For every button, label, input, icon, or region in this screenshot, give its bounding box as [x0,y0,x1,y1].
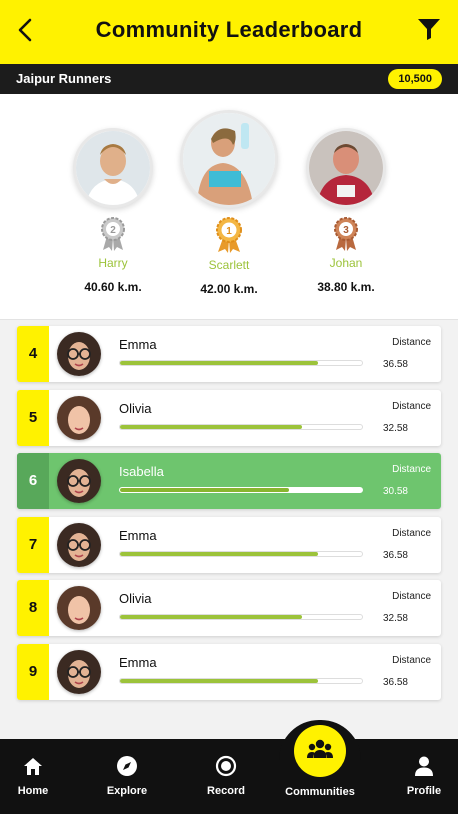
people-icon [307,739,333,758]
avatar [57,459,101,503]
rank-number: 5 [17,389,49,446]
nav-label: Communities [285,786,355,798]
distance-progress-bar [119,550,363,557]
leaderboard-row[interactable]: 6 Isabella Distance 30.58 [17,453,441,509]
avatar [57,649,101,694]
nav-home[interactable]: Home [0,739,78,814]
nav-record[interactable]: Record [181,739,271,814]
community-points-badge: 10,500 [388,69,442,89]
distance-progress-bar [119,360,363,366]
distance-label: Distance [392,464,431,475]
app-header: Community Leaderboard [0,0,458,64]
distance-progress-fill [120,678,319,683]
distance-progress-bar [119,423,363,430]
distance-value: 36.58 [382,549,408,561]
bronze-medal-icon: 3 [334,217,358,251]
distance-value: 32.58 [382,422,408,434]
filter-icon [418,19,440,40]
podium-third[interactable]: 3 Johan 38.80 k.m. [281,128,411,294]
podium-name: Johan [329,256,363,270]
compass-icon [117,756,137,776]
podium-distance: 42.00 k.m. [200,282,258,296]
filter-button[interactable] [416,16,442,42]
leaderboard-row[interactable]: 4 Emma Distance 36.58 [17,326,441,382]
avatar [57,395,101,440]
avatar [306,128,386,208]
distance-label: Distance [392,591,431,602]
nav-explore[interactable]: Explore [82,739,172,814]
gold-medal-icon: 1 [216,217,242,253]
distance-progress-fill [120,551,319,556]
distance-label: Distance [392,527,431,539]
rank-number: 7 [17,516,49,573]
nav-label: Explore [106,785,148,797]
distance-progress-fill [120,615,302,619]
svg-text:3: 3 [343,225,349,236]
leaderboard-row[interactable]: 5 Olivia Distance 32.58 [17,389,441,446]
distance-progress-fill [120,361,319,365]
distance-value: 30.58 [382,486,408,497]
podium-name: Harry [98,256,128,270]
nav-communities-button[interactable] [294,725,346,777]
avatar [57,586,101,630]
avatar [73,128,153,208]
runner-name: Emma [119,337,157,352]
distance-label: Distance [392,400,431,412]
podium-distance: 40.60 k.m. [84,280,142,294]
distance-progress-bar [119,487,363,493]
podium-second[interactable]: 2 Harry 40.60 k.m. [48,128,178,294]
nav-profile[interactable]: Profile [379,739,458,814]
avatar [57,522,101,567]
rank-number: 9 [17,643,49,700]
distance-progress-bar [119,677,363,684]
leaderboard-list: 4 Emma Distance 36.58 5 Olivia Distance 32.58 6 I… [17,326,441,707]
silver-medal-icon: 2 [101,217,125,251]
home-icon [24,758,42,775]
nav-label: Home [17,785,49,797]
distance-value: 36.58 [382,359,408,370]
runner-name: Olivia [119,591,152,606]
runner-name: Olivia [119,400,152,416]
page-title: Community Leaderboard [95,17,363,42]
podium-first[interactable]: 1 Scarlett 42.00 k.m. [164,110,294,296]
distance-value: 36.58 [382,676,408,688]
podium-name: Scarlett [208,258,250,272]
community-bar: Jaipur Runners 10,500 [0,64,458,94]
distance-value: 32.58 [382,613,408,624]
distance-progress-fill [120,488,290,492]
leaderboard-row[interactable]: 9 Emma Distance 36.58 [17,643,441,700]
rank-number: 6 [17,453,49,509]
rank-number: 4 [17,326,49,382]
distance-label: Distance [392,337,431,348]
svg-text:2: 2 [110,225,116,236]
podium-distance: 38.80 k.m. [317,280,375,294]
svg-text:1: 1 [226,226,232,237]
community-name: Jaipur Runners [16,71,112,86]
user-icon [415,756,433,776]
avatar [180,110,278,208]
leaderboard-row[interactable]: 7 Emma Distance 36.58 [17,516,441,573]
runner-name: Emma [119,527,157,543]
distance-label: Distance [392,654,431,666]
nav-label: Record [207,785,245,797]
leaderboard-row[interactable]: 8 Olivia Distance 32.58 [17,580,441,636]
runner-name: Isabella [119,464,164,479]
avatar [57,332,101,376]
runner-name: Emma [119,654,157,670]
record-icon [215,755,237,777]
distance-progress-bar [119,614,363,620]
podium: 2 Harry 40.60 k.m. 1 Scarlett 42.00 k.m. [0,94,458,320]
rank-number: 8 [17,580,49,636]
nav-label: Profile [406,785,442,797]
distance-progress-fill [120,424,302,429]
